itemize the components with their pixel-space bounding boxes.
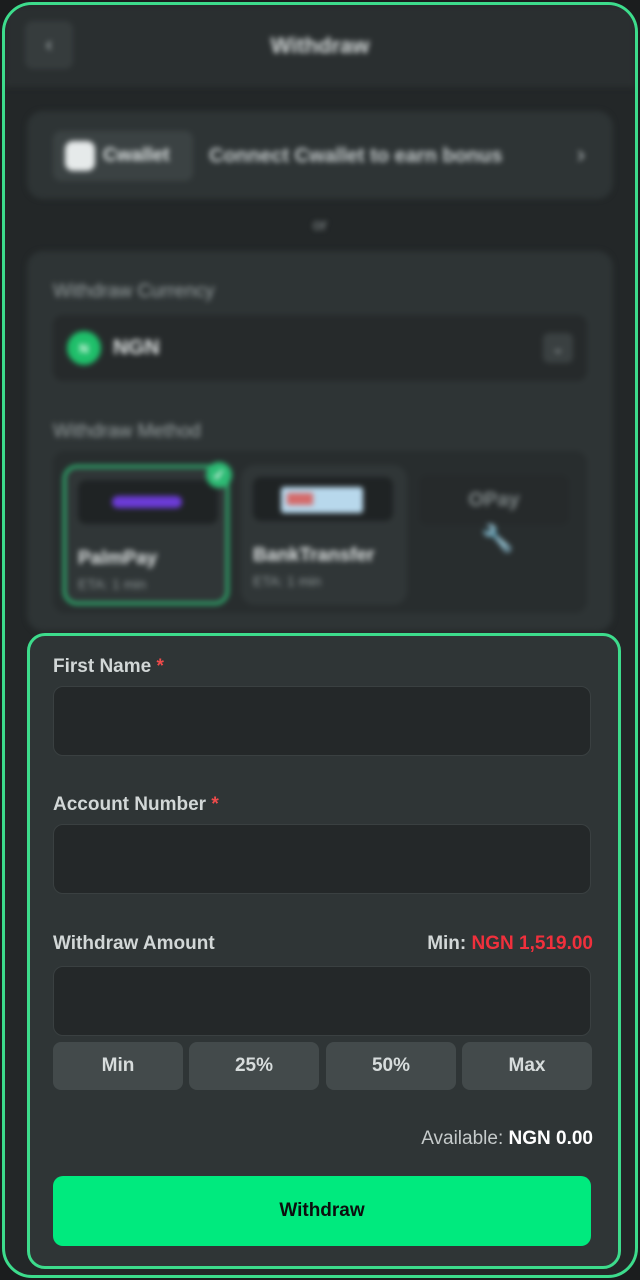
account-number-label: Account Number *	[53, 794, 219, 816]
phone-frame: ‹ Withdraw Cwallet Connect Cwallet to ea…	[2, 2, 638, 1278]
available-label: Available:	[421, 1128, 504, 1149]
method-eta: ETA: 1 min	[78, 576, 147, 592]
chevron-down-icon[interactable]: ⌄	[543, 333, 573, 363]
method-palmpay[interactable]: PalmPay ETA: 1 min ✓	[63, 462, 232, 605]
amount-label: Withdraw Amount	[53, 933, 215, 954]
available-balance: Available: NGN 0.00	[421, 1128, 593, 1150]
bank-logo	[253, 477, 393, 521]
cwallet-icon	[65, 141, 95, 171]
header: ‹ Withdraw	[5, 5, 635, 87]
cwallet-banner[interactable]: Cwallet Connect Cwallet to earn bonus ›	[27, 111, 613, 199]
account-number-label-text: Account Number	[53, 794, 207, 815]
ngn-currency-icon: N	[67, 331, 101, 365]
min-amount-note: Min: NGN 1,519.00	[427, 933, 593, 955]
palmpay-logo	[78, 480, 218, 524]
withdraw-form: First Name * Account Number * Withdraw A…	[27, 633, 621, 1269]
quick-min-button[interactable]: Min	[53, 1042, 183, 1090]
cwallet-logo: Cwallet	[53, 131, 193, 181]
quick-50-button[interactable]: 50%	[326, 1042, 456, 1090]
check-icon: ✓	[206, 462, 232, 488]
withdraw-setup-card: Withdraw Currency N NGN ⌄ Withdraw Metho…	[27, 251, 613, 631]
withdraw-button[interactable]: Withdraw	[53, 1176, 591, 1246]
currency-label: Withdraw Currency	[53, 281, 215, 302]
amount-input[interactable]	[53, 966, 591, 1036]
first-name-input[interactable]	[53, 686, 591, 756]
required-mark: *	[156, 656, 164, 677]
currency-value: NGN	[113, 336, 160, 359]
quick-25-button[interactable]: 25%	[189, 1042, 319, 1090]
quick-max-button[interactable]: Max	[462, 1042, 592, 1090]
or-separator: or	[312, 217, 328, 234]
min-label: Min:	[427, 933, 467, 954]
method-name: PalmPay	[78, 548, 158, 569]
chevron-right-icon: ›	[577, 141, 585, 168]
cwallet-promo-text: Connect Cwallet to earn bonus	[209, 145, 503, 167]
account-number-input[interactable]	[53, 824, 591, 894]
cwallet-brand: Cwallet	[103, 145, 170, 166]
method-label: Withdraw Method	[53, 421, 201, 442]
first-name-label-text: First Name	[53, 656, 152, 677]
method-list: PalmPay ETA: 1 min ✓ BankTransfer ETA: 1…	[53, 451, 587, 613]
page-title: Withdraw	[270, 33, 370, 58]
required-mark: *	[211, 794, 219, 815]
method-opay[interactable]: OPay	[419, 475, 569, 525]
available-value: NGN 0.00	[508, 1128, 593, 1149]
method-eta: ETA: 1 min	[253, 573, 322, 589]
method-banktransfer[interactable]: BankTransfer ETA: 1 min	[241, 465, 407, 605]
min-value: NGN 1,519.00	[471, 933, 593, 954]
method-name: BankTransfer	[253, 545, 375, 566]
currency-select[interactable]: N NGN ⌄	[53, 315, 587, 381]
first-name-label: First Name *	[53, 656, 164, 678]
wrench-icon: 🔧	[481, 523, 514, 553]
